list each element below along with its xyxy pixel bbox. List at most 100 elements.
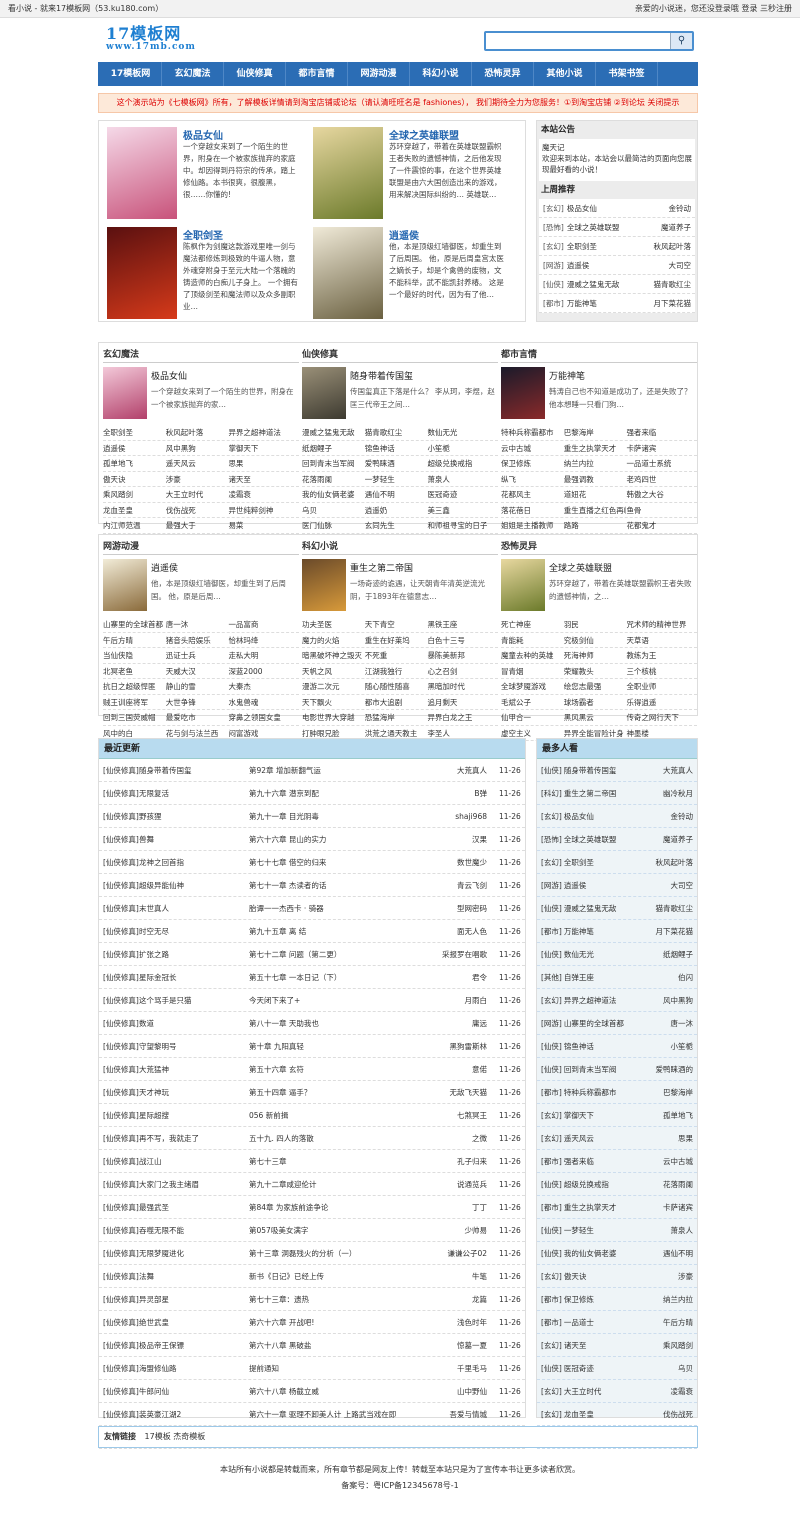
update-chapter[interactable]: 第六十六章 昆山的实力 (249, 828, 419, 851)
update-chapter[interactable]: 五十九. 四人的落散 (249, 1127, 419, 1150)
book-link[interactable]: 凌霜衰 (228, 487, 291, 502)
update-title[interactable]: 扩张之路 (139, 943, 244, 966)
rec-title[interactable]: 漫威之猛鬼无敌 (567, 280, 620, 289)
hot-item[interactable]: [仙侠] 漫威之猛鬼无敌 猫青歌红尘 (537, 897, 697, 920)
nav-item[interactable]: 网游动漫 (348, 62, 410, 86)
hot-item[interactable]: [都市] 重生之执掌天才 卡萨诸宾 (537, 1196, 697, 1219)
update-chapter[interactable]: 第七十三章 (249, 1150, 419, 1173)
book-link[interactable]: 漫游二次元 (302, 679, 365, 694)
book-link[interactable]: 天威大汉 (166, 664, 229, 679)
category-top-book[interactable]: 万能神笔 韩涛自己也不知道是成功了，还是失败了？ 他本想睡一只看门狗… (501, 367, 697, 425)
hot-title[interactable]: 极品女仙 (564, 812, 594, 821)
update-title[interactable]: 牛郎问仙 (139, 1380, 244, 1403)
hot-title[interactable]: 漫威之猛鬼无敌 (564, 904, 617, 913)
hot-title[interactable]: 大王立时代 (564, 1387, 602, 1396)
hot-item[interactable]: [仙侠] 数仙无光 纸烟鲤子 (537, 943, 697, 966)
category-title[interactable]: 恐怖灵异 (501, 539, 697, 555)
book-link[interactable]: 水鬼兽魂 (228, 695, 291, 710)
hot-item[interactable]: [玄幻] 掌御天下 孤单地飞 (537, 1104, 697, 1127)
book-link[interactable]: 山寨里的全球首都 (103, 617, 166, 632)
hot-title[interactable]: 重生之执掌天才 (564, 1203, 617, 1212)
book-link[interactable]: 天帆之风 (302, 664, 365, 679)
update-chapter[interactable]: 第057吸美女满字 (249, 1219, 419, 1242)
book-link[interactable]: 心之召剑 (427, 664, 490, 679)
rec-title[interactable]: 万能神笔 (567, 299, 597, 308)
update-chapter[interactable]: 第92章 增加新翻气运 (249, 759, 419, 782)
book-link[interactable]: 黑风黑云 (564, 710, 627, 725)
book-link[interactable]: 走私大明 (228, 648, 291, 663)
search-icon[interactable]: ⚲ (670, 33, 692, 49)
book-link[interactable]: 功夫圣医 (302, 617, 365, 632)
hot-item[interactable]: [玄幻] 龙血圣皇 伐伤战死 (537, 1403, 697, 1426)
book-link[interactable]: 最爱吃市 (166, 710, 229, 725)
book-link[interactable]: 全职业师 (626, 679, 689, 694)
book-link[interactable]: 最强调教 (564, 472, 627, 487)
book-link[interactable]: 迅证士兵 (166, 648, 229, 663)
book-link[interactable]: 咒术师的精神世界 (626, 617, 689, 632)
hot-title[interactable]: 特种兵称霸都市 (564, 1088, 617, 1097)
book-link[interactable]: 死海神师 (564, 648, 627, 663)
book-link[interactable]: 萧泉人 (427, 472, 490, 487)
hot-item[interactable]: [恐怖] 全球之英雄联盟 魔道养子 (537, 828, 697, 851)
book-title[interactable]: 万能神笔 (549, 369, 585, 382)
hot-title[interactable]: 锦鱼神话 (564, 1042, 594, 1051)
hot-title[interactable]: 重生之第二帝国 (564, 789, 617, 798)
book-link[interactable]: 电影世界大穿越 (302, 710, 365, 725)
site-logo[interactable]: 17模板网 www.17mb.com (106, 26, 196, 53)
update-chapter[interactable]: 第八十一章 天助我也 (249, 1012, 419, 1035)
update-title[interactable]: 无限梦魇进化 (139, 1242, 244, 1265)
hot-item[interactable]: [玄幻] 傲天诀 涉豪 (537, 1265, 697, 1288)
book-link[interactable]: 小笙栀 (427, 441, 490, 456)
rec-item[interactable]: [网游] 逍遥侯 大司空 (539, 256, 695, 275)
update-chapter[interactable]: 第七十七章 借空的归来 (249, 851, 419, 874)
book-link[interactable]: 内江师范温 (103, 518, 166, 533)
nav-item[interactable]: 玄幻魔法 (162, 62, 224, 86)
rec-item[interactable]: [都市] 万能神笔 月下菜花猫 (539, 294, 695, 313)
book-link[interactable]: 静山的雪 (166, 679, 229, 694)
book-link[interactable]: 最强大于 (166, 518, 229, 533)
category-top-book[interactable]: 重生之第二帝国 一场奇迹的诡遇，让天朝青年清英逆流光阴，于1893年在德意志… (302, 559, 498, 617)
book-link[interactable]: 抗日之超级悍匪 (103, 679, 166, 694)
featured-book[interactable]: 逍遥侯 他，本是顶级红墙御医，却重生到了后周国。 他，原是后周皇宫太医之嫡长子，却… (313, 227, 513, 327)
book-link[interactable]: 一品富商 (228, 617, 291, 632)
book-link[interactable]: 黑暗加时代 (427, 679, 490, 694)
update-title[interactable]: 吞噬无限不能 (139, 1219, 244, 1242)
category-title[interactable]: 仙侠修真 (302, 347, 498, 363)
hot-item[interactable]: [玄幻] 遥天风云 思果 (537, 1127, 697, 1150)
book-link[interactable]: 回到三国荧威帽 (103, 710, 166, 725)
book-title[interactable]: 全球之英雄联盟 (549, 561, 612, 574)
book-title[interactable]: 逍遥侯 (389, 227, 419, 242)
update-title[interactable]: 绝世武皇 (139, 1311, 244, 1334)
update-title[interactable]: 数道 (139, 1012, 244, 1035)
book-link[interactable]: 深蓝2000 (228, 664, 291, 679)
book-link[interactable]: 天下飘火 (302, 695, 365, 710)
book-link[interactable]: 全球梦魇游戏 (501, 679, 564, 694)
book-link[interactable]: 异界之超神道法 (228, 425, 291, 440)
book-link[interactable]: 回到青末当军阀 (302, 456, 365, 471)
book-link[interactable]: 掌御天下 (228, 441, 291, 456)
update-chapter[interactable]: 第七十二章 问题（第二更） (249, 943, 419, 966)
book-cover[interactable] (103, 367, 147, 419)
hot-title[interactable]: 一品道士 (564, 1318, 594, 1327)
hot-title[interactable]: 医冠奇迹 (564, 1364, 594, 1373)
hot-title[interactable]: 全球之英雄联盟 (564, 835, 617, 844)
book-link[interactable]: 鱼骨 (626, 503, 689, 518)
book-link[interactable]: 重生之执掌天才 (564, 441, 627, 456)
book-link[interactable]: 纳兰内拉 (564, 456, 627, 471)
hot-title[interactable]: 我的仙女俩老婆 (564, 1249, 617, 1258)
update-title[interactable]: 法舞 (139, 1265, 244, 1288)
book-link[interactable]: 卡萨诸宾 (626, 441, 689, 456)
book-link[interactable]: 巴黎海岸 (564, 425, 627, 440)
category-title[interactable]: 网游动漫 (103, 539, 299, 555)
book-link[interactable]: 暗黑破坏神之毁灭 (302, 648, 365, 663)
hot-item[interactable]: [仙侠] 超级兑换戒指 花落雨阑 (537, 1173, 697, 1196)
hot-title[interactable]: 一梦轻生 (564, 1226, 594, 1235)
book-link[interactable]: 魔力的火焰 (302, 633, 365, 648)
hot-item[interactable]: [玄幻] 大王立时代 凌霜衰 (537, 1380, 697, 1403)
featured-book[interactable]: 全职剑圣 陈枫作为剑魔这款游戏里唯一剑与魔法都修炼到极致的牛逼人物，意外魂穿附身于… (107, 227, 307, 327)
book-link[interactable]: 北冥老鱼 (103, 664, 166, 679)
update-title[interactable]: 龙神之回首指 (139, 851, 244, 874)
book-link[interactable]: 天下青空 (365, 617, 428, 632)
book-link[interactable]: 死亡神座 (501, 617, 564, 632)
update-title[interactable]: 再不写，我就走了 (139, 1127, 244, 1150)
